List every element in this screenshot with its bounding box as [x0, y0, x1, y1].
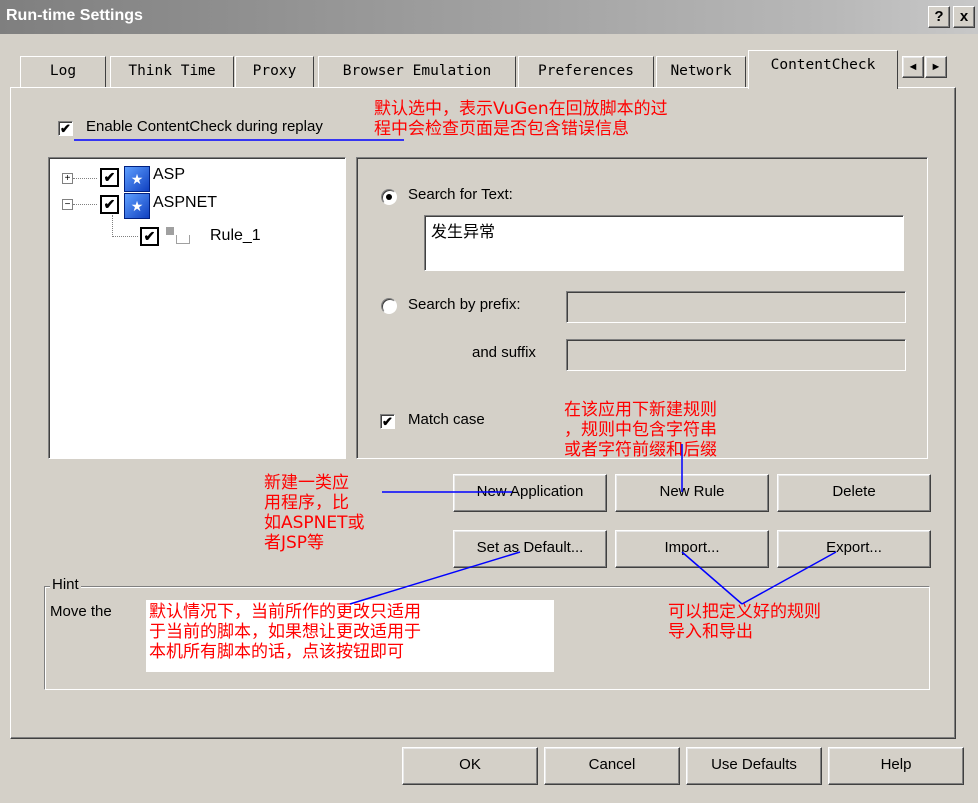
tree-line: [112, 215, 113, 237]
title-bar[interactable]: [0, 0, 978, 34]
enable-contentcheck-label[interactable]: Enable ContentCheck during replay: [86, 118, 323, 135]
export-button[interactable]: Export...: [777, 530, 931, 568]
window-title: Run-time Settings: [6, 7, 143, 24]
collapse-icon[interactable]: −: [62, 199, 73, 210]
rule-icon: [176, 235, 190, 244]
enable-contentcheck-checkbox[interactable]: ✔: [58, 121, 73, 136]
set-as-default-button[interactable]: Set as Default...: [453, 530, 607, 568]
help-button[interactable]: Help: [828, 747, 964, 785]
match-case-checkbox[interactable]: ✔: [380, 414, 395, 429]
suffix-input[interactable]: [566, 339, 906, 371]
close-title-button[interactable]: x: [953, 6, 975, 28]
annotation-new-app-note: 新建一类应 用程序，比 如ASPNET或 者JSP等: [264, 473, 365, 553]
asp-checkbox[interactable]: ✔: [100, 168, 119, 187]
hint-legend: Hint: [50, 576, 81, 593]
tree-line: [112, 236, 138, 237]
tab-contentcheck[interactable]: ContentCheck: [748, 50, 898, 89]
annotation-new-rule-note: 在该应用下新建规则 ，规则中包含字符串 或者字符前缀和后缀: [564, 400, 717, 460]
rule1-checkbox[interactable]: ✔: [140, 227, 159, 246]
cancel-button[interactable]: Cancel: [544, 747, 680, 785]
tab-preferences[interactable]: Preferences: [518, 56, 654, 87]
tree-item-rule1[interactable]: Rule_1: [210, 227, 261, 245]
aspnet-checkbox[interactable]: ✔: [100, 195, 119, 214]
tab-think-time[interactable]: Think Time: [110, 56, 234, 87]
tab-log[interactable]: Log: [20, 56, 106, 87]
suffix-label: and suffix: [472, 344, 536, 361]
tab-browser-emulation[interactable]: Browser Emulation: [318, 56, 516, 87]
annotation-default-note: 默认情况下，当前所作的更改只适用 于当前的脚本，如果想让更改适用于 本机所有脚本…: [149, 602, 421, 662]
search-prefix-radio[interactable]: [381, 298, 397, 314]
tree-line: [73, 204, 97, 205]
search-text-label[interactable]: Search for Text:: [408, 186, 513, 203]
search-text-radio[interactable]: [381, 189, 397, 205]
application-icon: ★: [124, 166, 150, 192]
new-application-button[interactable]: New Application: [453, 474, 607, 512]
annotation-import-export-note: 可以把定义好的规则 导入和导出: [668, 602, 821, 642]
tree-line: [73, 178, 97, 179]
tab-network[interactable]: Network: [656, 56, 746, 87]
application-icon: ★: [124, 193, 150, 219]
expand-icon[interactable]: +: [62, 173, 73, 184]
rule-icon: [166, 227, 174, 235]
hint-text: Move the: [50, 603, 112, 620]
search-prefix-label[interactable]: Search by prefix:: [408, 296, 521, 313]
use-defaults-button[interactable]: Use Defaults: [686, 747, 822, 785]
tab-scroll-left-icon[interactable]: ◄: [902, 56, 924, 78]
ok-button[interactable]: OK: [402, 747, 538, 785]
search-text-input[interactable]: 发生异常: [424, 215, 904, 271]
match-case-label[interactable]: Match case: [408, 411, 485, 428]
prefix-input[interactable]: [566, 291, 906, 323]
tab-scroll-right-icon[interactable]: ►: [925, 56, 947, 78]
tree-item-asp[interactable]: ASP: [153, 166, 185, 184]
help-title-button[interactable]: ?: [928, 6, 950, 28]
delete-button[interactable]: Delete: [777, 474, 931, 512]
tree-item-aspnet[interactable]: ASPNET: [153, 194, 217, 212]
import-button[interactable]: Import...: [615, 530, 769, 568]
tab-proxy[interactable]: Proxy: [235, 56, 314, 87]
new-rule-button[interactable]: New Rule: [615, 474, 769, 512]
annotation-enable-note: 默认选中，表示VuGen在回放脚本的过 程中会检查页面是否包含错误信息: [374, 99, 668, 139]
